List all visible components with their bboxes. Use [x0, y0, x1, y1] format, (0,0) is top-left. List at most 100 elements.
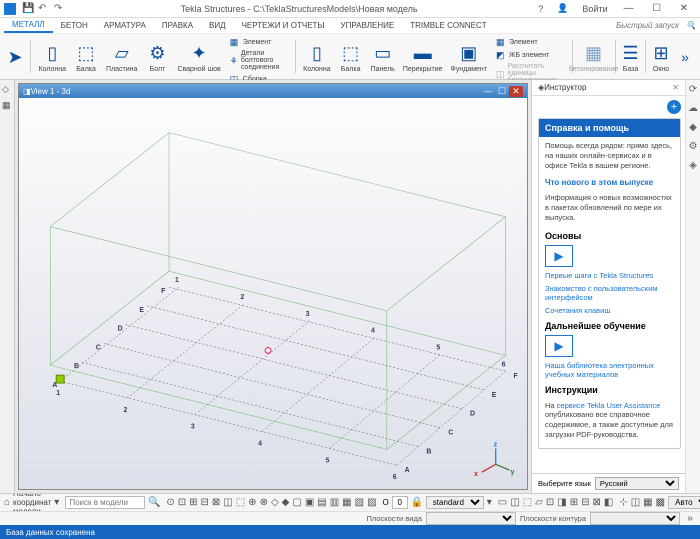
snap13-icon[interactable]: ▣ — [305, 497, 314, 509]
expand-icon[interactable]: » — [684, 513, 696, 525]
view-minimize-icon[interactable]: — — [481, 86, 495, 96]
view-plane-select[interactable] — [426, 512, 516, 525]
whats-new-link[interactable]: Что нового в этом выпуске — [539, 174, 680, 189]
sel6-icon[interactable]: ◨ — [557, 497, 566, 509]
close-icon[interactable]: ✕ — [672, 1, 696, 16]
sel12-icon[interactable]: ▦ — [643, 497, 652, 509]
standard-select[interactable]: standard — [426, 496, 484, 509]
user-icon[interactable]: 👤 — [551, 1, 574, 16]
sel3-icon[interactable]: ⬚ — [523, 497, 532, 509]
snap10-icon[interactable]: ◇ — [271, 497, 279, 509]
beam2-button[interactable]: ⬚Балка — [335, 39, 367, 75]
slab-button[interactable]: ▬Перекрытие — [399, 39, 447, 75]
snap9-icon[interactable]: ⊗ — [260, 497, 268, 509]
chevron-icon[interactable]: ▾ — [487, 497, 492, 509]
tab-rebar[interactable]: АРМАТУРА — [96, 19, 154, 32]
column-button[interactable]: ▯Колонна — [35, 39, 71, 75]
quick-launch[interactable]: 🔍 — [616, 21, 696, 30]
view-titlebar[interactable]: ◨ View 1 - 3d — ☐ ✕ — [19, 84, 527, 98]
maximize-icon[interactable]: ☐ — [644, 1, 669, 16]
concreting-button[interactable]: ▦бетонирование — [576, 36, 611, 77]
quick-launch-input[interactable] — [616, 21, 686, 30]
sel1-icon[interactable]: ▭ — [498, 497, 507, 509]
snap7-icon[interactable]: ⬚ — [236, 497, 245, 509]
tab-trimble[interactable]: TRIMBLE CONNECT — [402, 19, 494, 32]
lock-icon[interactable]: 🔒 — [411, 497, 423, 509]
snap4-icon[interactable]: ⊟ — [200, 497, 208, 509]
snap3-icon[interactable]: ⊞ — [189, 497, 197, 509]
library-link[interactable]: Наша библиотека электронных учебных мате… — [539, 359, 680, 381]
tab-icon-3[interactable]: ◆ — [689, 122, 697, 133]
sel8-icon[interactable]: ⊟ — [581, 497, 589, 509]
first-steps-link[interactable]: Первые шаги с Tekla Structures — [539, 269, 680, 282]
snap17-icon[interactable]: ▧ — [355, 497, 364, 509]
grid-icon[interactable]: ▦ — [2, 100, 12, 110]
panel-button[interactable]: ▭Панель — [367, 39, 399, 75]
snap12-icon[interactable]: ▢ — [292, 497, 301, 509]
snap6-icon[interactable]: ◫ — [223, 497, 232, 509]
origin-icon[interactable]: ⌂ — [4, 497, 10, 509]
play-further-button[interactable]: ▶ — [545, 335, 573, 357]
snap1-icon[interactable]: ⊙ — [166, 497, 174, 509]
base-button[interactable]: ☰База — [619, 36, 641, 77]
sel7-icon[interactable]: ⊞ — [570, 497, 578, 509]
sel2-icon[interactable]: ◫ — [510, 497, 519, 509]
contour-plane-select[interactable] — [590, 512, 680, 525]
snap16-icon[interactable]: ▦ — [342, 497, 351, 509]
undo-icon[interactable]: ↶ — [38, 3, 50, 15]
login-button[interactable]: Войти — [576, 2, 613, 16]
save-icon[interactable]: 💾 — [22, 3, 34, 15]
foundation-button[interactable]: ▣Фундамент — [447, 39, 491, 75]
sel11-icon[interactable]: ◫ — [631, 497, 640, 509]
bolt-details-item[interactable]: ⚘Детали болтового соединения — [227, 49, 291, 72]
tab-icon-1[interactable]: ⟳ — [689, 84, 697, 95]
panel-close-icon[interactable]: ✕ — [672, 83, 679, 92]
viewport-3d[interactable]: ABC DEF ABC DEF 123 456 123 456 z — [19, 98, 527, 489]
tab-metal[interactable]: МЕТАЛЛ — [4, 18, 53, 33]
weld-button[interactable]: ✦Сварной шов — [173, 39, 224, 75]
tab-icon-5[interactable]: ◈ — [689, 160, 697, 171]
snap8-icon[interactable]: ⊕ — [248, 497, 256, 509]
sel4-icon[interactable]: ▱ — [535, 497, 543, 509]
cursor-tool[interactable]: ➤ — [4, 36, 26, 77]
search-icon[interactable]: 🔍 — [148, 497, 160, 509]
play-basics-button[interactable]: ▶ — [545, 245, 573, 267]
column2-button[interactable]: ▯Колонна — [299, 39, 335, 75]
shortcuts-link[interactable]: Сочетания клавиш — [539, 304, 680, 317]
snap2-icon[interactable]: ⊡ — [178, 497, 186, 509]
snap14-icon[interactable]: ▤ — [317, 497, 326, 509]
tab-manage[interactable]: УПРАВЛЕНИЕ — [333, 19, 403, 32]
view-close-icon[interactable]: ✕ — [509, 86, 523, 97]
tua-link[interactable]: сервисе Tekla User Assistance — [557, 401, 661, 410]
add-button[interactable]: + — [667, 100, 681, 114]
auto-select[interactable]: Авто — [668, 496, 700, 509]
tab-icon-2[interactable]: ☁ — [688, 103, 698, 114]
element2-item[interactable]: ▦Элемент — [493, 36, 568, 48]
tab-concrete[interactable]: БЕТОН — [53, 19, 96, 32]
help-button[interactable]: ? — [532, 2, 549, 16]
xyz-icon[interactable]: ⊹ — [619, 497, 627, 509]
tab-edit[interactable]: ПРАВКА — [154, 19, 201, 32]
sel10-icon[interactable]: ◧ — [604, 497, 613, 509]
element-item[interactable]: ▦Элемент — [227, 36, 291, 48]
window-button[interactable]: ⊞Окно — [650, 36, 672, 77]
snap5-icon[interactable]: ⊠ — [212, 497, 220, 509]
snap15-icon[interactable]: ▥ — [330, 497, 339, 509]
bolt-button[interactable]: ⚙Болт — [141, 39, 173, 75]
lang-select[interactable]: Русский — [595, 477, 679, 490]
model-search-input[interactable] — [65, 496, 145, 509]
ui-intro-link[interactable]: Знакомство с пользовательским интерфейсо… — [539, 282, 680, 304]
tab-view[interactable]: ВИД — [201, 19, 234, 32]
plate-button[interactable]: ▱Пластина — [102, 39, 141, 75]
view-maximize-icon[interactable]: ☐ — [495, 86, 509, 97]
search-icon[interactable]: 🔍 — [686, 21, 696, 30]
chevron-down-icon[interactable]: ▾ — [54, 497, 59, 509]
tab-drawings[interactable]: ЧЕРТЕЖИ И ОТЧЕТЫ — [234, 19, 333, 32]
beam-button[interactable]: ⬚Балка — [70, 39, 102, 75]
minimize-icon[interactable]: — — [616, 1, 642, 16]
expand-ribbon-icon[interactable]: » — [674, 36, 696, 77]
snap11-icon[interactable]: ◆ — [282, 497, 290, 509]
o-input[interactable] — [392, 496, 408, 509]
sel9-icon[interactable]: ⊠ — [592, 497, 600, 509]
redo-icon[interactable]: ↷ — [54, 3, 66, 15]
